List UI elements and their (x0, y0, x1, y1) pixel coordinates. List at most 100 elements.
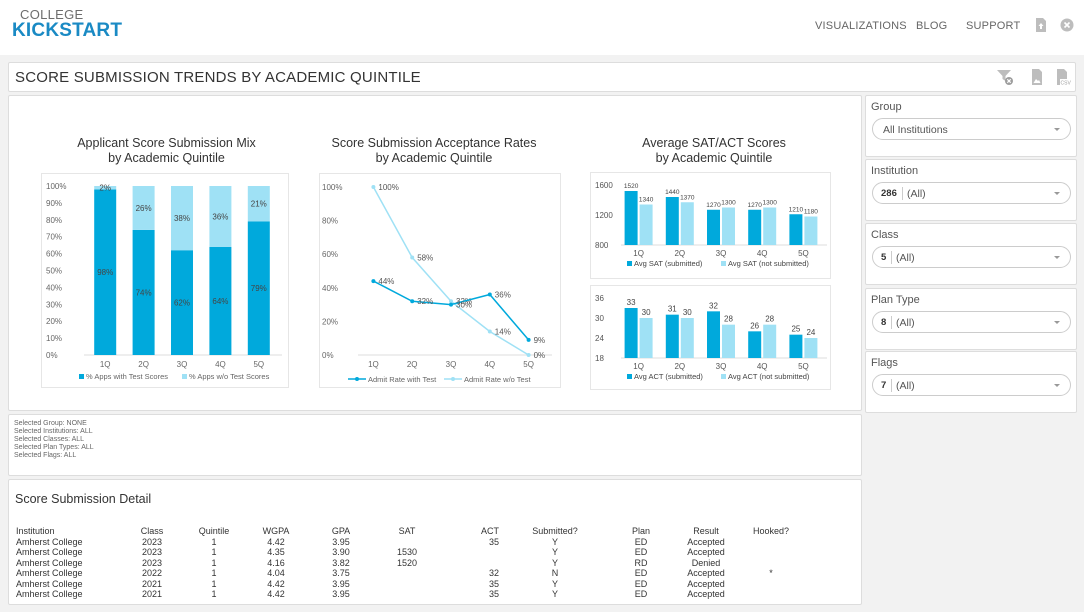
filter-institution-select[interactable]: 286 (All) (872, 182, 1071, 204)
cell-result: Accepted (687, 578, 725, 589)
y-tick-label: 18 (595, 354, 604, 363)
legend-swatch-submitted (627, 261, 632, 266)
cell-hooked (741, 558, 801, 569)
x-tick-label: 5Q (523, 360, 534, 369)
data-label: 58% (417, 254, 433, 263)
table-row[interactable]: Amherst College 2021 1 4.42 3.95 35 Y ED Accepte… (16, 579, 801, 590)
upload-file-icon[interactable] (1034, 18, 1048, 32)
cell-quintile: 1 (211, 536, 217, 547)
clear-filter-icon[interactable] (997, 69, 1013, 85)
act-chart-plot: 18 24 30 36 33 30 1Q 31 30 2Q 32 28 3Q 26 28 4Q 25 24 5Q Av… (590, 285, 831, 390)
bar-submitted (748, 209, 762, 245)
y-tick-label: 90% (46, 199, 62, 208)
col-sat[interactable]: SAT (375, 526, 439, 537)
x-tick-label: 3Q (716, 362, 727, 371)
cell-quintile: 1 (211, 589, 217, 599)
data-label: 30 (683, 308, 692, 317)
scores-chart-title: Average SAT/ACT Scores by Academic Quint… (599, 136, 829, 166)
table-row[interactable]: Amherst College 2023 1 4.42 3.95 35 Y ED Accepte… (16, 537, 801, 548)
legend-label-submitted: Avg ACT (submitted) (634, 372, 703, 381)
x-tick-label: 3Q (177, 360, 188, 369)
table-row[interactable]: Amherst College 2023 1 4.16 3.82 1520 Y RD Denie… (16, 558, 801, 569)
cell-institution: Amherst College (16, 568, 83, 578)
bar-submitted (665, 314, 679, 358)
csv-export-icon[interactable]: CSV (1055, 69, 1071, 85)
x-tick-label: 3Q (446, 360, 457, 369)
filter-flags-select[interactable]: 7 (All) (872, 374, 1071, 396)
logo-bottom-text: KICKSTART (12, 20, 123, 41)
acceptance-chart-title-line1: Score Submission Acceptance Rates (331, 136, 537, 150)
data-label: 1340 (639, 197, 654, 204)
cell-wgpa: 4.42 (267, 589, 285, 599)
filter-class-select[interactable]: 5 (All) (872, 246, 1071, 268)
filter-plan-type: Plan Type 8 (All) (865, 288, 1077, 350)
divider (891, 379, 892, 392)
col-gpa[interactable]: GPA (307, 526, 375, 537)
cell-result: Denied (691, 557, 721, 568)
close-circle-icon[interactable] (1060, 18, 1074, 32)
cell-plan: ED (634, 589, 648, 599)
cell-sat: 1520 (396, 557, 418, 568)
x-tick-label: 1Q (633, 362, 644, 371)
filter-group-select[interactable]: All Institutions (872, 118, 1071, 140)
col-submitted[interactable]: Submitted? (499, 526, 611, 537)
y-tick-label: 100% (46, 182, 66, 191)
data-label: 98% (97, 268, 113, 277)
legend-label-with: Admit Rate with Test (368, 375, 437, 384)
cell-gpa: 3.90 (332, 547, 350, 557)
col-institution[interactable]: Institution (16, 526, 121, 537)
table-row[interactable]: Amherst College 2021 1 4.42 3.95 35 Y ED Accepte… (16, 589, 801, 600)
y-tick-label: 20% (46, 317, 62, 326)
filter-group-value: All Institutions (883, 124, 948, 136)
data-label: 38% (174, 214, 190, 223)
point-without-test (487, 329, 492, 334)
filter-group: Group All Institutions (865, 95, 1077, 157)
filter-class-count: 5 (881, 252, 887, 263)
nav-visualizations[interactable]: VISUALIZATIONS (815, 20, 907, 32)
filter-institution: Institution 286 (All) (865, 159, 1077, 221)
table-row[interactable]: Amherst College 2022 1 4.04 3.75 32 N ED Accepte… (16, 568, 801, 579)
legend-label-with: % Apps with Test Scores (86, 372, 168, 381)
table-header-row: Institution Class Quintile WGPA GPA SAT … (16, 526, 801, 537)
mix-chart-title: Applicant Score Submission Mix by Academ… (54, 136, 279, 166)
x-tick-label: 1Q (633, 249, 644, 258)
image-export-icon[interactable] (1029, 69, 1045, 85)
nav-blog[interactable]: BLOG (916, 20, 947, 32)
college-kickstart-logo[interactable]: COLLEGE KICKSTART (12, 8, 122, 41)
data-label: 1210 (789, 206, 804, 213)
cell-sat: 1530 (396, 547, 418, 557)
col-act[interactable]: ACT (439, 526, 499, 537)
filter-plan-type-select[interactable]: 8 (All) (872, 311, 1071, 333)
col-hooked[interactable]: Hooked? (741, 526, 801, 537)
y-tick-label: 20% (322, 317, 338, 326)
data-label: 32% (417, 297, 433, 306)
x-tick-label: 2Q (407, 360, 418, 369)
legend-label-not-submitted: Avg ACT (not submitted) (728, 372, 810, 381)
data-label: 1440 (665, 189, 680, 196)
cell-hooked (741, 579, 801, 590)
cell-result: Accepted (687, 568, 725, 578)
data-label: 30% (456, 301, 472, 310)
col-result[interactable]: Result (671, 526, 741, 537)
col-wgpa[interactable]: WGPA (245, 526, 307, 537)
col-class[interactable]: Class (121, 526, 183, 537)
cell-hooked (741, 589, 801, 600)
cell-gpa: 3.95 (332, 589, 350, 599)
selected-group: Selected Group: NONE (14, 420, 87, 427)
cell-hooked (741, 537, 801, 548)
cell-submitted: Y (551, 589, 558, 599)
x-tick-label: 5Q (798, 362, 809, 371)
cell-act (439, 558, 499, 569)
table-row[interactable]: Amherst College 2023 1 4.35 3.90 1530 Y ED Accep… (16, 547, 801, 558)
data-label: 28 (724, 315, 733, 324)
filter-plan-type-label: Plan Type (871, 294, 920, 306)
acceptance-chart-title: Score Submission Acceptance Rates by Aca… (319, 136, 549, 166)
nav-support[interactable]: SUPPORT (966, 20, 1020, 32)
cell-plan: RD (634, 557, 648, 568)
data-label: 1370 (680, 194, 695, 201)
col-plan[interactable]: Plan (611, 526, 671, 537)
cell-wgpa: 4.04 (267, 568, 285, 578)
cell-hooked (741, 547, 801, 558)
col-quintile[interactable]: Quintile (183, 526, 245, 537)
legend-marker-with (355, 377, 359, 381)
